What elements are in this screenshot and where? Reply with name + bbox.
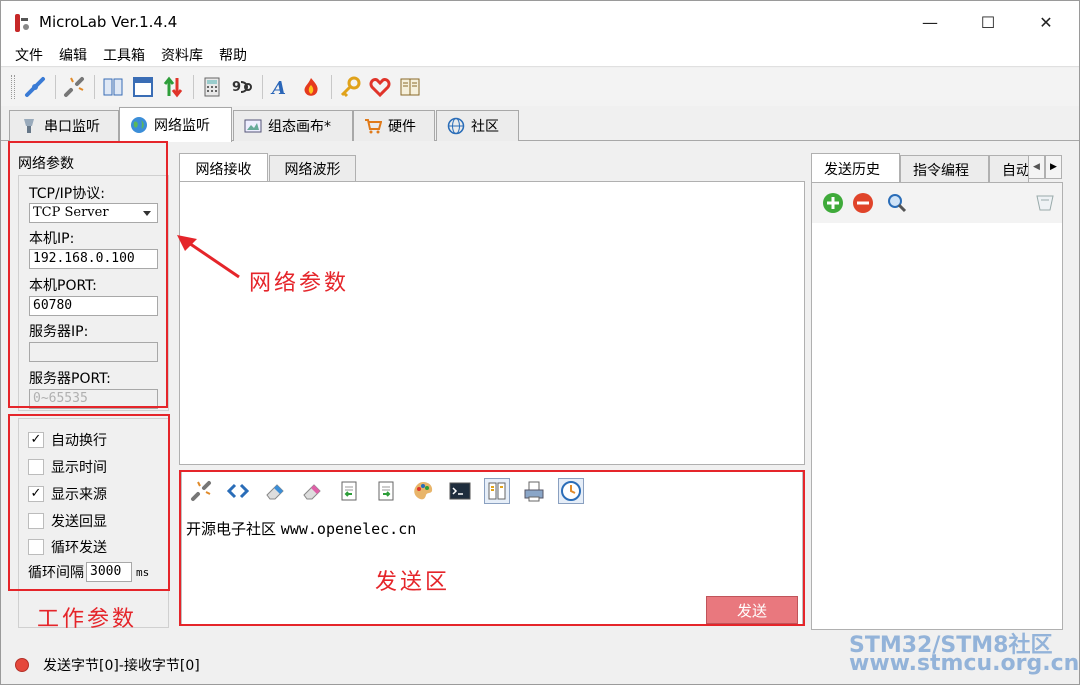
community-icon — [447, 117, 465, 135]
maximize-button[interactable]: ☐ — [959, 1, 1017, 43]
remove-icon[interactable] — [852, 191, 874, 215]
title-bar: MicroLab Ver.1.4.4 — ☐ ✕ — [1, 1, 1079, 43]
disconnect-icon[interactable] — [62, 75, 86, 99]
menu-edit[interactable]: 编辑 — [59, 45, 87, 65]
search-icon[interactable] — [886, 191, 908, 215]
heart-icon[interactable] — [368, 75, 392, 99]
key-icon[interactable] — [338, 75, 362, 99]
menu-bar: 文件 编辑 工具箱 资料库 帮助 — [1, 43, 1079, 67]
cart-icon — [365, 119, 382, 134]
toolbar-separator — [94, 75, 95, 99]
network-params-highlight — [8, 141, 168, 408]
serial-port-icon — [24, 119, 34, 133]
menu-library[interactable]: 资料库 — [161, 45, 203, 65]
annotation-network-params: 网络参数 — [249, 271, 350, 296]
tab-hardware[interactable]: 硬件 — [353, 110, 435, 141]
tab-label: 硬件 — [388, 119, 416, 135]
tab-auto[interactable]: 自动 — [989, 155, 1029, 183]
window-icon[interactable] — [131, 75, 155, 99]
toolbar-separator — [55, 75, 56, 99]
globe-icon — [131, 117, 147, 133]
close-button[interactable]: ✕ — [1017, 1, 1075, 43]
canvas-icon — [244, 119, 262, 133]
app-logo-icon — [15, 14, 29, 32]
chevron-left-icon[interactable]: ◀ — [1028, 155, 1045, 179]
toolbar: 9 A — [1, 68, 1079, 106]
status-text: 发送字节[0]-接收字节[0] — [43, 658, 200, 674]
clear-history-icon[interactable] — [1034, 191, 1056, 215]
annotation-work-params: 工作参数 — [37, 607, 138, 632]
transfer-icon[interactable] — [161, 75, 185, 99]
tab-send-history[interactable]: 发送历史 — [811, 153, 900, 184]
svg-text:A: A — [270, 78, 286, 98]
status-indicator-icon — [15, 658, 29, 672]
tab-serial-monitor[interactable]: 串口监听 — [9, 110, 119, 141]
annotation-send-area: 发送区 — [375, 570, 451, 595]
tab-label: 社区 — [471, 119, 499, 135]
watermark-line2: www.stmcu.org.cn — [849, 651, 1080, 676]
send-area-highlight — [179, 470, 805, 626]
app-window: MicroLab Ver.1.4.4 — ☐ ✕ 文件 编辑 工具箱 资料库 帮… — [0, 0, 1080, 685]
svg-text:9: 9 — [232, 80, 241, 95]
send-history-panel — [811, 182, 1063, 630]
tab-community[interactable]: 社区 — [436, 110, 519, 141]
tab-label: 网络监听 — [154, 118, 210, 134]
book-icon[interactable] — [398, 75, 422, 99]
menu-toolbox[interactable]: 工具箱 — [103, 45, 145, 65]
add-icon[interactable] — [822, 191, 844, 215]
main-tab-bar: 串口监听 网络监听 组态画布* 硬件 社区 — [1, 107, 1079, 142]
tab-scroll-arrows: ◀ ▶ — [1028, 155, 1062, 179]
menu-help[interactable]: 帮助 — [219, 45, 247, 65]
tab-label: 串口监听 — [44, 119, 100, 135]
annotation-arrow — [177, 235, 240, 279]
minimize-button[interactable]: — — [901, 1, 959, 43]
right-tab-bar: 发送历史 指令编程 自动 — [811, 153, 1063, 184]
converter-icon[interactable]: 9 — [230, 75, 254, 99]
font-icon[interactable]: A — [269, 75, 293, 99]
work-params-highlight — [8, 414, 170, 591]
receive-text-area[interactable] — [179, 181, 805, 465]
flame-icon[interactable] — [299, 75, 323, 99]
connect-icon[interactable] — [23, 75, 47, 99]
toolbar-separator — [193, 75, 194, 99]
tab-label: 组态画布* — [268, 119, 331, 135]
chevron-right-icon[interactable]: ▶ — [1045, 155, 1062, 179]
menu-file[interactable]: 文件 — [15, 45, 43, 65]
calculator-icon[interactable] — [200, 75, 224, 99]
tab-network-receive[interactable]: 网络接收 — [179, 153, 268, 183]
history-toolbar — [812, 183, 1062, 223]
toolbar-separator — [331, 75, 332, 99]
split-view-icon[interactable] — [101, 75, 125, 99]
tab-network-monitor[interactable]: 网络监听 — [119, 107, 232, 142]
tab-network-waveform[interactable]: 网络波形 — [269, 155, 356, 182]
toolbar-separator — [262, 75, 263, 99]
toolbar-grip — [11, 75, 15, 99]
window-title: MicroLab Ver.1.4.4 — [39, 13, 178, 31]
tab-config-canvas[interactable]: 组态画布* — [233, 110, 353, 141]
tab-command-programming[interactable]: 指令编程 — [900, 155, 989, 183]
